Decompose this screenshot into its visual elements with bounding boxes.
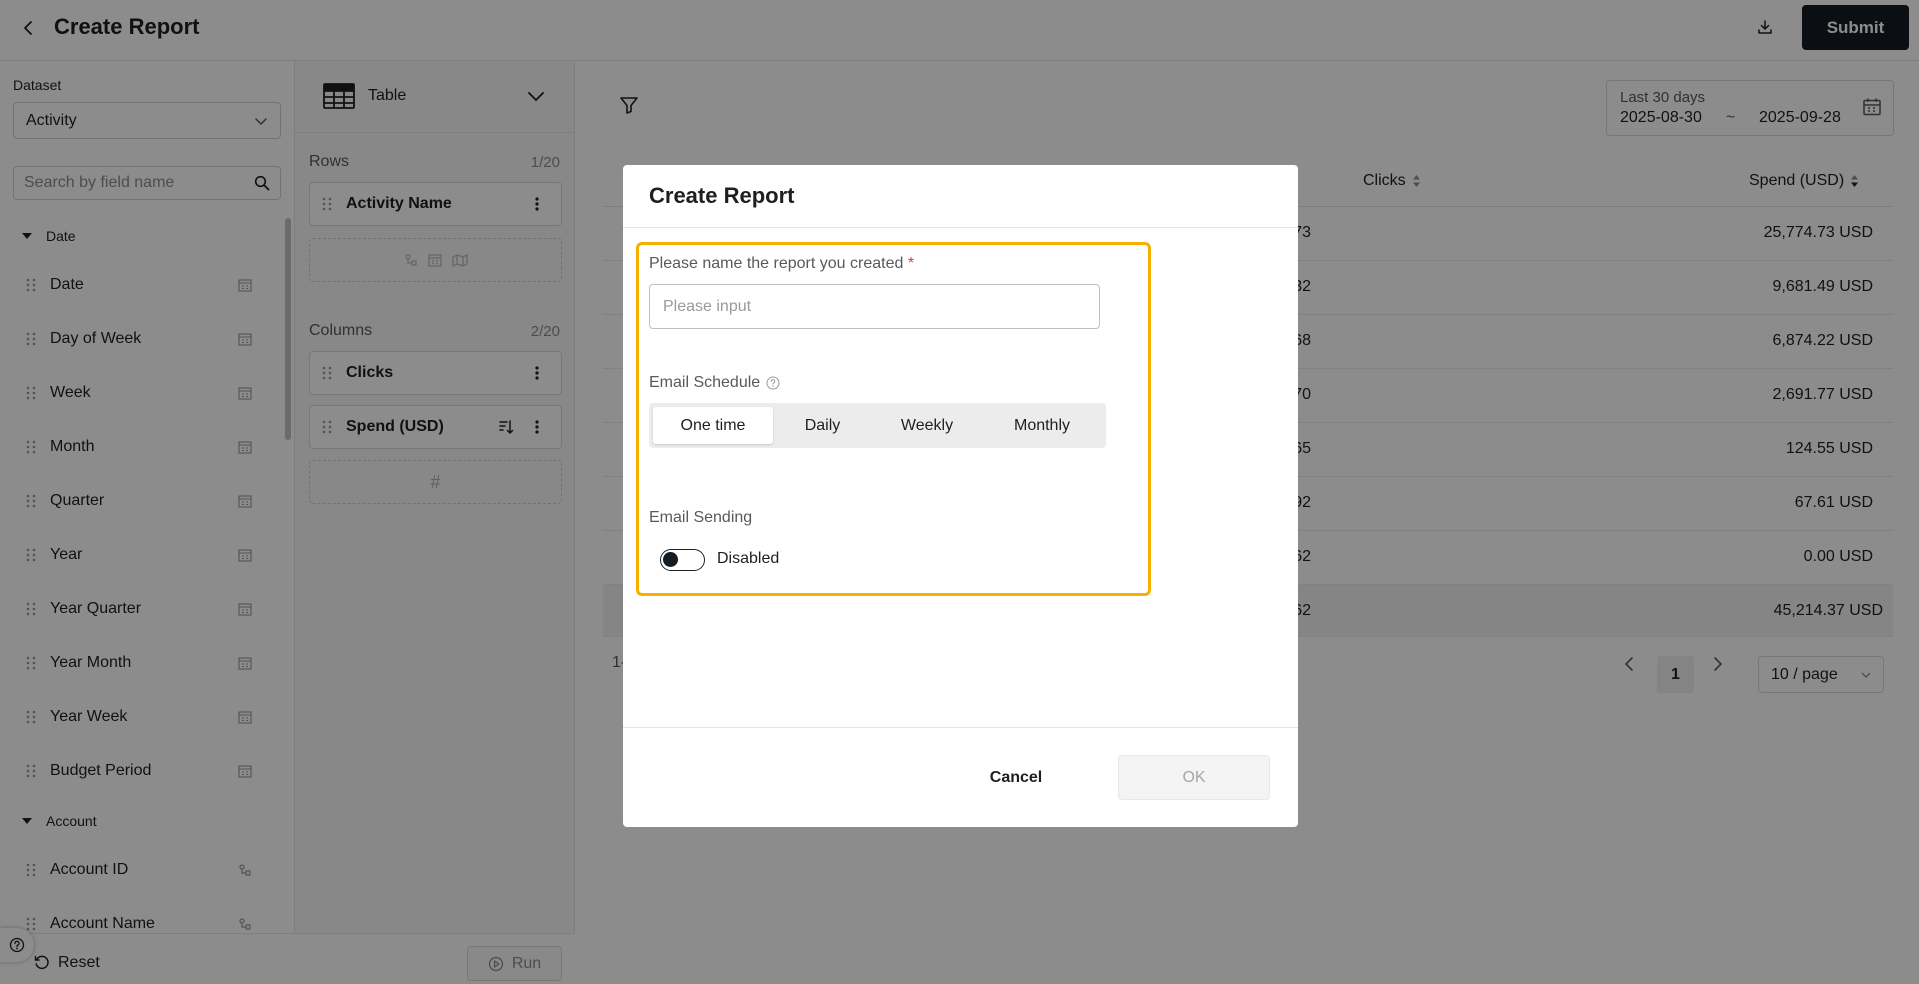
email-sending-toggle[interactable] xyxy=(660,549,705,571)
report-name-label-text: Please name the report you created xyxy=(649,255,904,272)
schedule-option-daily[interactable]: Daily xyxy=(773,407,872,444)
divider xyxy=(623,227,1298,228)
required-mark: * xyxy=(907,255,915,272)
toggle-knob xyxy=(663,552,678,567)
email-schedule-label: Email Schedule xyxy=(649,374,780,392)
schedule-option-one-time[interactable]: One time xyxy=(653,407,773,444)
schedule-option-monthly[interactable]: Monthly xyxy=(982,407,1102,444)
email-schedule-label-text: Email Schedule xyxy=(649,374,761,391)
divider xyxy=(623,727,1298,728)
info-icon[interactable] xyxy=(766,376,780,390)
report-name-input[interactable] xyxy=(649,284,1100,329)
ok-button[interactable]: OK xyxy=(1118,755,1270,800)
report-name-label: Please name the report you created * xyxy=(649,255,914,273)
cancel-button[interactable]: Cancel xyxy=(967,755,1065,800)
email-sending-label: Email Sending xyxy=(649,509,753,526)
email-schedule-segmented: One time Daily Weekly Monthly xyxy=(649,403,1106,448)
email-sending-state: Disabled xyxy=(717,550,780,567)
create-report-dialog: Create Report Please name the report you… xyxy=(623,165,1298,827)
dialog-title: Create Report xyxy=(649,183,795,208)
schedule-option-weekly[interactable]: Weekly xyxy=(872,407,982,444)
